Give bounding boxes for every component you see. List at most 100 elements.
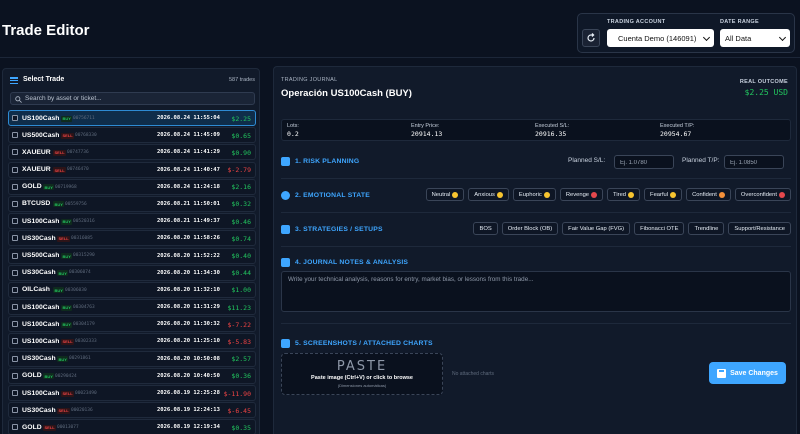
trade-row[interactable]: US100Cash SELL 00023490 2026.08.19 12:25:28… bbox=[8, 385, 256, 401]
emotion-chip[interactable]: Overconfident bbox=[734, 188, 791, 201]
trade-checkbox[interactable] bbox=[12, 252, 18, 259]
trade-checkbox[interactable] bbox=[12, 166, 18, 173]
stat-entry-price: Entry Price: 20914.13 bbox=[411, 123, 442, 138]
date-range-select[interactable]: All Data bbox=[720, 29, 790, 47]
trade-side-badge: SELL bbox=[57, 407, 71, 414]
trade-row[interactable]: XAUEUR SELL 00747736 2026.08.24 11:41:29 $0.… bbox=[8, 144, 256, 161]
trade-list-title: Select Trade bbox=[23, 76, 65, 83]
strategy-chip[interactable]: Fibonacci OTE bbox=[634, 222, 685, 235]
stat-executed-sl: Executed S/L: 20916.35 bbox=[535, 123, 569, 138]
trade-row[interactable]: US100Cash BUY 00304763 2026.08.20 11:31:29 $… bbox=[8, 299, 256, 316]
trade-row[interactable]: US30Cash SELL 00020136 2026.08.19 12:24:13 $… bbox=[8, 402, 256, 419]
notes-textarea[interactable] bbox=[282, 272, 790, 311]
strategy-chip[interactable]: Fair Value Gap (FVG) bbox=[562, 222, 631, 235]
trade-checkbox[interactable] bbox=[12, 424, 18, 431]
account-filter-box: TRADING ACCOUNT Cuenta Demo (146091) DAT… bbox=[577, 13, 795, 53]
screenshot-dropzone[interactable]: PASTE Paste image (Ctrl+V) or click to b… bbox=[281, 353, 443, 395]
trade-checkbox[interactable] bbox=[12, 407, 18, 414]
trade-row[interactable]: US500Cash SELL 00768330 2026.08.24 11:45:09… bbox=[8, 127, 256, 144]
trade-row[interactable]: US100Cash BUY 00520316 2026.08.21 11:49:37 $… bbox=[8, 213, 256, 230]
trade-checkbox[interactable] bbox=[12, 115, 18, 121]
emotion-chip[interactable]: Confident bbox=[686, 188, 731, 201]
trade-checkbox[interactable] bbox=[12, 355, 18, 362]
trade-row[interactable]: US30Cash BUY 00291861 2026.08.20 10:50:08 $2… bbox=[8, 350, 256, 367]
stat-executed-tp: Executed T/P: 20954.67 bbox=[660, 123, 694, 138]
strategy-chip[interactable]: Support/Resistance bbox=[728, 222, 791, 235]
header: Trade Editor TRADING ACCOUNT Cuenta Demo… bbox=[0, 0, 800, 58]
search-input[interactable] bbox=[25, 93, 250, 104]
trade-pnl: $0.32 bbox=[231, 200, 251, 209]
trade-checkbox[interactable] bbox=[12, 390, 18, 396]
trade-stats: Lots: 0.2 Entry Price: 20914.13 Executed… bbox=[281, 119, 791, 141]
section-title: 3. STRATEGIES / SETUPS bbox=[295, 225, 383, 233]
trade-checkbox[interactable] bbox=[12, 304, 18, 311]
trade-row[interactable]: US500Cash BUY 00315290 2026.08.20 11:52:22 $… bbox=[8, 247, 256, 264]
save-label: Save Changes bbox=[730, 369, 778, 377]
paste-label: PASTE bbox=[336, 359, 388, 374]
trade-row[interactable]: US100Cash BUY 00756711 2026.08.24 11:55:04 $… bbox=[8, 110, 256, 126]
trade-checkbox[interactable] bbox=[12, 235, 18, 242]
trade-ticket: 00747736 bbox=[67, 150, 89, 156]
trade-checkbox[interactable] bbox=[12, 218, 18, 225]
trade-ticket: 00559756 bbox=[65, 201, 87, 207]
document-icon bbox=[281, 257, 290, 267]
planned-tp-input[interactable] bbox=[725, 157, 783, 169]
trade-row[interactable]: OILCash BUY 00306030 2026.08.20 11:32:10 $1.… bbox=[8, 281, 256, 298]
account-select[interactable]: Cuenta Demo (146091) bbox=[607, 29, 714, 47]
trade-checkbox[interactable] bbox=[12, 132, 18, 139]
trade-checkbox[interactable] bbox=[12, 149, 18, 156]
strategy-chip[interactable]: Order Block (OB) bbox=[501, 222, 559, 235]
trade-row[interactable]: US100Cash BUY 00304179 2026.08.20 11:30:32 $… bbox=[8, 316, 256, 333]
trade-side-badge: BUY bbox=[53, 201, 65, 208]
planned-sl-input[interactable] bbox=[615, 157, 673, 169]
stat-label: Lots: bbox=[287, 123, 299, 129]
emotional-state-header: 2. EMOTIONAL STATE bbox=[281, 189, 370, 201]
chevron-down-icon bbox=[778, 33, 787, 42]
trade-checkbox[interactable] bbox=[12, 269, 18, 276]
trade-row[interactable]: US30Cash SELL 00316085 2026.08.20 11:58:26 $… bbox=[8, 230, 256, 247]
trade-side-badge: BUY bbox=[61, 115, 73, 122]
notes-box bbox=[281, 271, 791, 312]
emotion-chip-label: Confident bbox=[692, 191, 717, 198]
trade-checkbox[interactable] bbox=[12, 183, 18, 190]
trade-checkbox[interactable] bbox=[12, 372, 18, 379]
trade-checkbox[interactable] bbox=[12, 286, 18, 293]
trade-ticket: 00746470 bbox=[67, 167, 89, 173]
trade-row[interactable]: GOLD BUY 00290424 2026.08.20 10:40:50 $0.36 bbox=[8, 367, 256, 384]
emotion-chip[interactable]: Tired bbox=[607, 188, 641, 201]
trade-date: 2026.08.20 11:31:29 bbox=[157, 304, 220, 311]
strategy-chip[interactable]: BOS bbox=[473, 222, 498, 235]
trade-row[interactable]: BTCUSD BUY 00559756 2026.08.21 11:50:01 $0.3… bbox=[8, 195, 256, 212]
trade-date: 2026.08.21 11:49:37 bbox=[157, 218, 220, 225]
emotion-chip[interactable]: Neutral bbox=[425, 188, 465, 201]
save-icon bbox=[717, 368, 727, 378]
trade-checkbox[interactable] bbox=[12, 338, 18, 345]
emotion-chip[interactable]: Fearful bbox=[644, 188, 683, 201]
trade-ticket: 00304763 bbox=[73, 304, 95, 310]
trade-ticket: 00756711 bbox=[73, 115, 95, 121]
trade-row[interactable]: GOLD SELL 00013077 2026.08.19 12:19:34 $0.35 bbox=[8, 419, 256, 434]
trade-checkbox[interactable] bbox=[12, 321, 18, 328]
trade-row[interactable]: US100Cash SELL 00302333 2026.08.20 11:25:10… bbox=[8, 333, 256, 350]
emotion-chip-label: Euphoric bbox=[518, 191, 542, 198]
trade-date: 2026.08.20 11:34:30 bbox=[157, 269, 220, 276]
emotion-chip[interactable]: Euphoric bbox=[512, 188, 556, 201]
trade-pnl: $0.65 bbox=[231, 131, 251, 140]
trade-checkbox[interactable] bbox=[12, 200, 18, 207]
trade-asset: US100Cash bbox=[22, 303, 60, 311]
trade-date: 2026.08.24 11:40:47 bbox=[157, 166, 220, 173]
trade-pnl: $11.23 bbox=[227, 303, 251, 312]
emotion-chip[interactable]: Anxious bbox=[468, 188, 509, 201]
emotion-chip[interactable]: Revenge bbox=[559, 188, 604, 201]
trade-row[interactable]: GOLD BUY 00719968 2026.08.24 11:24:18 $2.16 bbox=[8, 178, 256, 195]
strategy-chip[interactable]: Trendline bbox=[688, 222, 725, 235]
trade-row[interactable]: XAUEUR SELL 00746470 2026.08.24 11:40:47 $-2… bbox=[8, 161, 256, 178]
trade-date: 2026.08.20 10:50:08 bbox=[157, 355, 220, 362]
trade-pnl: $-7.22 bbox=[227, 320, 251, 329]
save-button[interactable]: Save Changes bbox=[709, 362, 786, 384]
trade-row[interactable]: US30Cash BUY 00306074 2026.08.20 11:34:30 $0… bbox=[8, 264, 256, 281]
planned-sl-field bbox=[614, 155, 674, 169]
trade-side-badge: SELL bbox=[61, 132, 75, 139]
screenshots-section: 5. SCREENSHOTS / ATTACHED CHARTS bbox=[281, 337, 791, 349]
refresh-button[interactable] bbox=[582, 29, 600, 47]
